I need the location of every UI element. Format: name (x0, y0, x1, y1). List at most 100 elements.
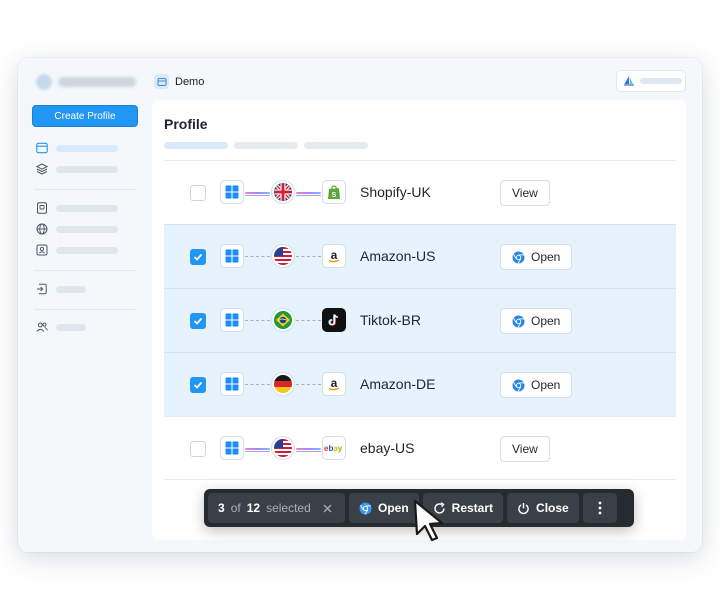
sidebar-item-label-blurred (56, 246, 118, 254)
connection-line (296, 384, 321, 385)
windows-icon (220, 244, 244, 268)
sidebar-item-label-blurred (56, 323, 86, 331)
connection-line (296, 192, 321, 196)
open-button-label: Open (531, 314, 561, 328)
profile-row[interactable]: ebay ebay-US View (164, 416, 676, 480)
sidebar-item-label-blurred (56, 225, 118, 233)
brand (36, 74, 136, 90)
row-checkbox[interactable] (190, 249, 206, 265)
selected-count: 3 (218, 501, 225, 515)
sidebar-item-label-blurred (56, 165, 118, 173)
sidebar-item-accounts[interactable] (36, 202, 118, 214)
windows-icon (220, 436, 244, 460)
connection-line (245, 384, 270, 385)
connection-line (245, 192, 270, 196)
svg-text:ebay: ebay (324, 444, 343, 453)
brand-name-blurred (58, 77, 136, 87)
connection-line (245, 448, 270, 452)
open-button-label: Open (531, 250, 561, 264)
bulk-close-button[interactable]: Close (507, 493, 579, 523)
profile-row[interactable]: a Amazon-DE Open (164, 352, 676, 416)
connection-line (296, 448, 321, 452)
ebay-icon: ebay (322, 436, 346, 460)
shopify-icon: S (322, 180, 346, 204)
sidebar-item-profiles[interactable] (36, 142, 118, 154)
sidebar-item-import[interactable] (36, 283, 86, 295)
view-button[interactable]: View (500, 436, 550, 462)
power-icon (518, 502, 529, 514)
row-checkbox[interactable] (190, 185, 206, 201)
account-name-blurred (640, 78, 682, 84)
profile-row[interactable]: a Amazon-US Open (164, 224, 676, 288)
total-count: 12 (246, 501, 261, 515)
sidebar: Create Profile (18, 58, 152, 552)
profile-name: Amazon-DE (360, 376, 436, 392)
page-title: Profile (164, 116, 208, 132)
svg-text:a: a (331, 248, 338, 262)
bulk-restart-label: Restart (451, 501, 494, 515)
svg-text:a: a (331, 376, 338, 390)
sidebar-item-team[interactable] (36, 321, 86, 333)
bulk-open-label: Open (378, 501, 409, 515)
checkmark-icon (193, 381, 203, 389)
chromium-icon (512, 315, 525, 328)
of-word: of (230, 501, 241, 515)
connection-line (245, 320, 270, 321)
connection-line (296, 256, 321, 257)
row-checkbox[interactable] (190, 377, 206, 393)
contact-icon (36, 244, 48, 256)
globe-icon (36, 223, 48, 235)
clear-selection-icon[interactable] (323, 504, 332, 513)
team-icon (36, 322, 48, 332)
filter-tab-blurred[interactable] (164, 142, 228, 149)
account-menu[interactable] (616, 70, 686, 92)
sidebar-item-contacts[interactable] (36, 244, 118, 256)
profile-row[interactable]: S Shopify-UK View (164, 160, 676, 224)
workspace-icon (154, 74, 169, 89)
sidebar-item-label-blurred (56, 285, 86, 293)
windows-icon (220, 180, 244, 204)
sidebar-item-label-blurred (56, 144, 118, 152)
profile-row[interactable]: Tiktok-BR Open (164, 288, 676, 352)
brand-sail-icon (624, 76, 634, 86)
amazon-icon: a (322, 372, 346, 396)
row-checkbox[interactable] (190, 441, 206, 457)
import-icon (37, 283, 47, 295)
more-vertical-icon (598, 501, 602, 515)
open-button-label: Open (531, 378, 561, 392)
sidebar-item-proxies[interactable] (36, 223, 118, 235)
view-button-label: View (512, 186, 538, 200)
checkmark-icon (193, 317, 203, 325)
browser-icon (36, 142, 48, 154)
filter-tab-blurred[interactable] (304, 142, 368, 149)
create-profile-button[interactable]: Create Profile (32, 105, 138, 127)
open-button[interactable]: Open (500, 244, 573, 270)
amazon-icon: a (322, 244, 346, 268)
sidebar-item-groups[interactable] (36, 163, 118, 175)
more-options-button[interactable] (582, 493, 617, 523)
tiktok-icon (322, 308, 346, 332)
selected-word: selected (266, 501, 311, 515)
brazil-flag-icon (271, 308, 295, 332)
profile-name: ebay-US (360, 440, 415, 456)
sidebar-divider (34, 270, 136, 271)
bulk-close-label: Close (536, 501, 569, 515)
connection-line (296, 320, 321, 321)
svg-text:S: S (332, 192, 337, 199)
view-button[interactable]: View (500, 180, 550, 206)
windows-icon (220, 308, 244, 332)
profile-name: Amazon-US (360, 248, 436, 264)
workspace-tab-label: Demo (175, 75, 205, 88)
open-button[interactable]: Open (500, 372, 573, 398)
chromium-icon (512, 251, 525, 264)
sidebar-divider (34, 309, 136, 310)
selection-count: 3 of 12 selected (208, 493, 345, 523)
open-button[interactable]: Open (500, 308, 573, 334)
mouse-cursor-icon (413, 499, 444, 542)
bulk-open-button[interactable]: Open (349, 493, 419, 523)
windows-icon (220, 372, 244, 396)
workspace-tab[interactable]: Demo (154, 74, 204, 89)
row-checkbox[interactable] (190, 313, 206, 329)
filter-tab-blurred[interactable] (234, 142, 298, 149)
chromium-icon (512, 379, 525, 392)
